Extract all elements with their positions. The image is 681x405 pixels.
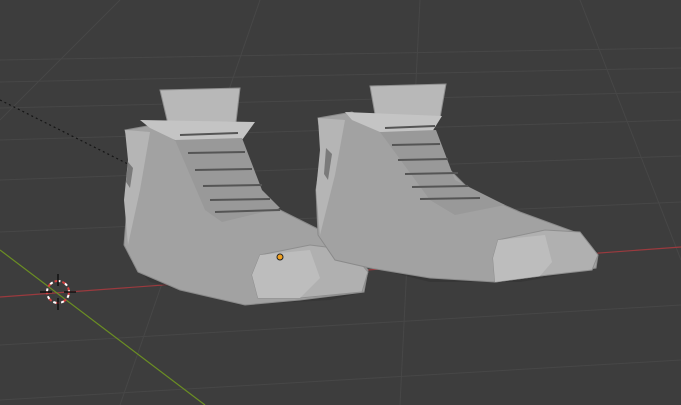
3d-viewport[interactable] xyxy=(0,0,681,405)
viewport-canvas[interactable] xyxy=(0,0,681,405)
object-origin-point[interactable] xyxy=(276,253,284,261)
camera-guide-dashed xyxy=(0,99,131,166)
3d-cursor-icon[interactable] xyxy=(40,274,76,310)
right-shoe-mesh[interactable] xyxy=(315,83,599,283)
